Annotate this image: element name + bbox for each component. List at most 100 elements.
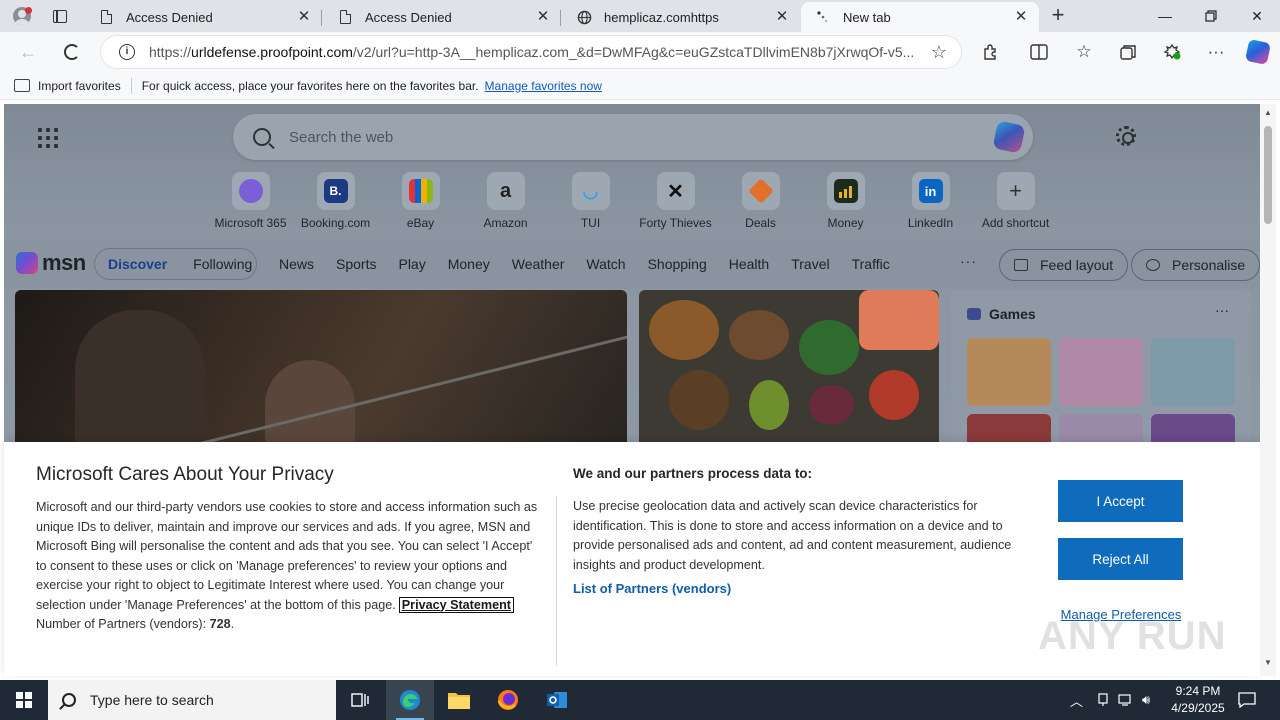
msn-logo[interactable]: msn bbox=[16, 250, 86, 276]
nav-watch[interactable]: Watch bbox=[586, 256, 625, 272]
settings-more-icon[interactable]: ··· bbox=[1204, 40, 1228, 64]
new-tab-plus-icon[interactable]: + bbox=[1046, 4, 1070, 27]
games-title: Games bbox=[989, 306, 1036, 322]
restore-icon[interactable] bbox=[1188, 0, 1234, 32]
copilot-icon[interactable] bbox=[1244, 38, 1272, 66]
taskbar-file-explorer[interactable] bbox=[435, 680, 483, 720]
tab-label: hemplicaz.comhttps bbox=[604, 9, 719, 25]
stop-loading-button[interactable] bbox=[58, 38, 86, 66]
shortcut-microsoft-365[interactable]: Microsoft 365 bbox=[208, 172, 293, 230]
nav-money[interactable]: Money bbox=[448, 256, 490, 272]
page-scrollbar[interactable]: ▲ ▼ bbox=[1260, 104, 1276, 676]
tab-hemplicaz[interactable]: hemplicaz.comhttps ✕ bbox=[562, 2, 800, 32]
close-tab-icon[interactable]: ✕ bbox=[535, 9, 551, 25]
personalise-button[interactable]: Personalise bbox=[1131, 249, 1260, 281]
shortcut-deals[interactable]: Deals bbox=[718, 172, 803, 230]
collections-icon[interactable] bbox=[1116, 40, 1140, 64]
tab-access-denied-1[interactable]: Access Denied ✕ bbox=[84, 2, 322, 32]
msn-categories: News Sports Play Money Weather Watch Sho… bbox=[279, 256, 912, 272]
network-device-icon[interactable] bbox=[1096, 680, 1110, 720]
shortcut-amazon[interactable]: a Amazon bbox=[463, 172, 548, 230]
clock-date: 4/29/2025 bbox=[1171, 701, 1225, 715]
tab-discover[interactable]: Discover bbox=[95, 256, 180, 272]
shortcut-money[interactable]: Money bbox=[803, 172, 888, 230]
games-more-icon[interactable]: ··· bbox=[1215, 302, 1229, 318]
favorite-star-icon[interactable]: ☆ bbox=[931, 42, 947, 63]
volume-icon[interactable]: 🔊︎ bbox=[1142, 680, 1150, 720]
split-screen-icon[interactable] bbox=[1027, 40, 1051, 64]
shortcut-ebay[interactable]: eBay bbox=[378, 172, 463, 230]
import-favorites-button[interactable]: Import favorites bbox=[14, 79, 121, 93]
start-button[interactable] bbox=[0, 680, 48, 720]
back-arrow-icon[interactable]: ← bbox=[14, 38, 42, 66]
nav-health[interactable]: Health bbox=[729, 256, 769, 272]
shortcut-tui[interactable]: ◡ TUI bbox=[548, 172, 633, 230]
scrollbar-thumb[interactable] bbox=[1264, 126, 1272, 224]
game-tile[interactable] bbox=[967, 338, 1051, 406]
task-view-icon bbox=[351, 693, 369, 707]
list-of-partners-link[interactable]: List of Partners (vendors) bbox=[573, 581, 731, 596]
taskbar-edge[interactable] bbox=[386, 680, 434, 720]
windows-logo-icon bbox=[16, 692, 32, 708]
close-window-icon[interactable]: ✕ bbox=[1234, 0, 1280, 32]
show-hidden-icons[interactable]: ︿ bbox=[1070, 680, 1083, 720]
favorites-icon[interactable]: ☆ bbox=[1072, 40, 1096, 64]
shortcut-linkedin[interactable]: in LinkedIn bbox=[888, 172, 973, 230]
nav-shopping[interactable]: Shopping bbox=[648, 256, 707, 272]
minimize-icon[interactable]: — bbox=[1142, 0, 1188, 32]
scroll-up-icon[interactable]: ▲ bbox=[1263, 108, 1273, 117]
nav-sports[interactable]: Sports bbox=[336, 256, 376, 272]
copilot-search-icon[interactable] bbox=[992, 120, 1026, 154]
manage-preferences-link[interactable]: Manage Preferences bbox=[1058, 607, 1184, 622]
feed-layout-button[interactable]: Feed layout bbox=[999, 249, 1129, 281]
tab-following[interactable]: Following bbox=[180, 256, 265, 272]
browser-essentials-icon[interactable] bbox=[1160, 40, 1184, 64]
close-tab-icon[interactable]: ✕ bbox=[774, 9, 790, 25]
tab-label: Access Denied bbox=[365, 9, 452, 25]
network-icon[interactable] bbox=[1118, 680, 1134, 720]
site-info-icon[interactable]: i bbox=[119, 44, 135, 60]
consent-divider bbox=[556, 496, 557, 666]
tab-new-tab[interactable]: New tab ✕ bbox=[801, 2, 1039, 32]
document-icon bbox=[337, 9, 353, 25]
gear-icon[interactable] bbox=[1116, 126, 1136, 146]
scroll-down-icon[interactable]: ▼ bbox=[1263, 658, 1273, 667]
close-tab-icon[interactable]: ✕ bbox=[1013, 9, 1029, 25]
process-body: Use precise geolocation data and activel… bbox=[573, 499, 1012, 572]
privacy-statement-link[interactable]: Privacy Statement bbox=[398, 596, 514, 613]
partners-count: 728 bbox=[209, 617, 231, 631]
taskbar-firefox[interactable] bbox=[484, 680, 532, 720]
loading-icon bbox=[815, 9, 831, 25]
web-search-box[interactable]: Search the web bbox=[233, 114, 1033, 160]
amazon-icon: a bbox=[499, 179, 512, 202]
game-tile[interactable] bbox=[1059, 338, 1143, 406]
notifications-icon[interactable] bbox=[1238, 680, 1256, 720]
more-categories-icon[interactable]: ··· bbox=[960, 253, 977, 269]
accept-button[interactable]: I Accept bbox=[1058, 480, 1183, 522]
app-launcher-icon[interactable] bbox=[38, 128, 58, 148]
nav-weather[interactable]: Weather bbox=[512, 256, 565, 272]
nav-news[interactable]: News bbox=[279, 256, 314, 272]
nav-traffic[interactable]: Traffic bbox=[852, 256, 890, 272]
nav-play[interactable]: Play bbox=[398, 256, 425, 272]
nav-travel[interactable]: Travel bbox=[791, 256, 829, 272]
taskbar-outlook[interactable] bbox=[533, 680, 581, 720]
game-tile[interactable] bbox=[1151, 338, 1235, 406]
profile-button[interactable] bbox=[8, 4, 36, 28]
shortcut-booking[interactable]: B. Booking.com bbox=[293, 172, 378, 230]
shortcut-forty-thieves[interactable]: ✕ Forty Thieves bbox=[633, 172, 718, 230]
msn-nav-bar: msn Discover Following News Sports Play … bbox=[4, 240, 1260, 288]
taskbar-search-box[interactable]: Type here to search bbox=[48, 680, 336, 720]
tab-access-denied-2[interactable]: Access Denied ✕ bbox=[323, 2, 561, 32]
tab-actions-button[interactable] bbox=[48, 5, 72, 27]
reject-all-button[interactable]: Reject All bbox=[1058, 538, 1183, 580]
shortcut-add[interactable]: + Add shortcut bbox=[973, 172, 1058, 230]
extensions-icon[interactable] bbox=[979, 40, 1003, 64]
task-view-button[interactable] bbox=[336, 680, 384, 720]
address-url[interactable]: https://urldefense.proofpoint.com/v2/url… bbox=[149, 44, 919, 60]
notification-dot bbox=[25, 7, 32, 14]
close-tab-icon[interactable]: ✕ bbox=[296, 9, 312, 25]
address-bar[interactable]: i https://urldefense.proofpoint.com/v2/u… bbox=[100, 35, 962, 69]
taskbar-clock[interactable]: 9:24 PM 4/29/2025 bbox=[1160, 683, 1236, 717]
manage-favorites-link[interactable]: Manage favorites now bbox=[485, 79, 602, 93]
